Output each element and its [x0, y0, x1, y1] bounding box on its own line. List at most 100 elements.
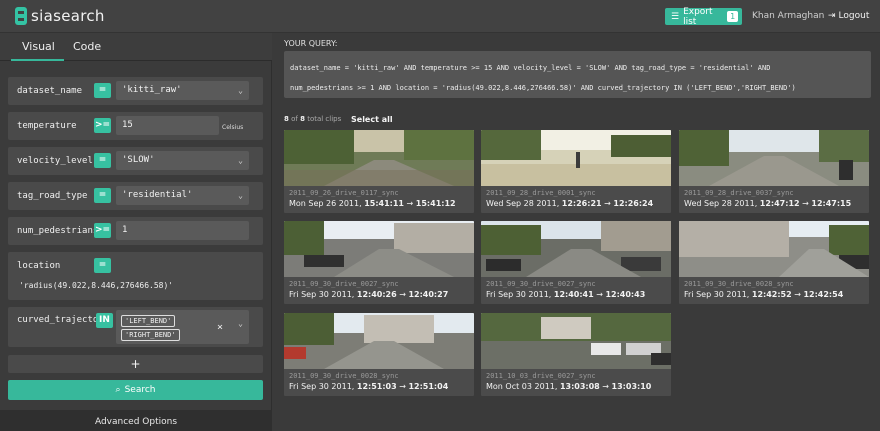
operator-button[interactable]: >= [94, 223, 111, 238]
clip-id: 2011_09_30_drive_0028_sync [684, 280, 794, 288]
select-all-button[interactable]: Select all [351, 115, 393, 124]
filter-label: temperature [17, 121, 77, 131]
clip-thumbnail [481, 130, 671, 186]
filter-tag-road-type: tag_road_type = 'residential' ⌄ [8, 182, 263, 210]
filter-label: num_pedestrians [17, 226, 99, 236]
clip-id: 2011_09_28_drive_0037_sync [684, 189, 794, 197]
clip-time: Mon Oct 03 2011, 13:03:08 → 13:03:10 [486, 382, 652, 391]
search-button[interactable]: ⌕ Search [8, 380, 263, 400]
clip-card[interactable]: 2011_09_28_drive_0037_sync Wed Sep 28 20… [679, 130, 869, 213]
advanced-options-toggle[interactable]: Advanced Options [0, 410, 272, 431]
clip-thumbnail [284, 313, 474, 369]
query-line: dataset_name = 'kitti_raw' AND temperatu… [290, 64, 771, 72]
trajectory-multiselect[interactable]: 'LEFT_BEND' 'RIGHT_BEND' × ⌄ [116, 310, 249, 344]
road-type-select[interactable]: 'residential' ⌄ [116, 186, 249, 205]
total-suffix: total clips [307, 115, 342, 123]
clip-id: 2011_09_30_drive_0027_sync [486, 280, 596, 288]
clip-time: Mon Sep 26 2011, 15:41:11 → 15:41:12 [289, 199, 456, 208]
clip-card[interactable]: 2011_09_30_drive_0027_sync Fri Sep 30 20… [481, 221, 671, 304]
pedestrians-input[interactable]: 1 [116, 221, 249, 240]
clip-thumbnail [284, 130, 474, 186]
selected-tag[interactable]: 'RIGHT_BEND' [121, 329, 180, 341]
filter-label: dataset_name [17, 86, 83, 96]
filter-num-pedestrians: num_pedestrians >= 1 [8, 217, 263, 245]
select-value: 'SLOW' [122, 155, 155, 165]
export-label: Export list [683, 6, 713, 27]
operator-button[interactable]: = [94, 188, 111, 203]
active-tab-indicator [11, 59, 64, 61]
operator-button[interactable]: = [94, 258, 111, 273]
editor-tabs: Visual Code [0, 33, 272, 61]
select-value: 'residential' [122, 190, 193, 200]
clip-id: 2011_10_03_drive_0027_sync [486, 372, 596, 380]
input-value: 15 [122, 120, 133, 130]
logo-text: siasearch [31, 7, 105, 25]
tab-code[interactable]: Code [73, 40, 101, 53]
location-value[interactable]: 'radius(49.022,8.446,276466.58)' [19, 281, 173, 290]
user-name[interactable]: Khan Armaghan [752, 11, 824, 21]
dataset-select[interactable]: 'kitti_raw' ⌄ [116, 81, 249, 100]
operator-button[interactable]: IN [96, 313, 113, 328]
clip-thumbnail [481, 221, 671, 277]
filter-label: tag_road_type [17, 191, 88, 201]
clip-time: Fri Sep 30 2011, 12:42:52 → 12:42:54 [684, 290, 844, 299]
filter-label: location [17, 261, 61, 271]
clip-time: Wed Sep 28 2011, 12:26:21 → 12:26:24 [486, 199, 654, 208]
clip-card[interactable]: 2011_09_30_drive_0028_sync Fri Sep 30 20… [679, 221, 869, 304]
clip-card[interactable]: 2011_09_30_drive_0028_sync Fri Sep 30 20… [284, 313, 474, 396]
close-icon[interactable]: × [217, 318, 223, 337]
clip-thumbnail [679, 221, 869, 277]
clip-id: 2011_09_28_drive_0001_sync [486, 189, 596, 197]
logout-button[interactable]: ⇥ Logout [828, 11, 869, 21]
clip-thumbnail [679, 130, 869, 186]
chevron-down-icon: ⌄ [238, 86, 243, 95]
chevron-down-icon[interactable]: ⌄ [238, 318, 243, 330]
clip-time: Fri Sep 30 2011, 12:51:03 → 12:51:04 [289, 382, 449, 391]
logo-icon [15, 7, 27, 25]
temperature-input[interactable]: 15 [116, 116, 219, 135]
select-value: 'kitti_raw' [122, 85, 182, 95]
operator-button[interactable]: >= [94, 118, 111, 133]
clip-time: Fri Sep 30 2011, 12:40:26 → 12:40:27 [289, 290, 449, 299]
unit-label: Celsius [222, 124, 244, 131]
clip-time: Wed Sep 28 2011, 12:47:12 → 12:47:15 [684, 199, 852, 208]
tab-visual[interactable]: Visual [22, 40, 55, 53]
clip-card[interactable]: 2011_09_28_drive_0001_sync Wed Sep 28 20… [481, 130, 671, 213]
clip-time: Fri Sep 30 2011, 12:40:41 → 12:40:43 [486, 290, 646, 299]
chevron-down-icon: ⌄ [238, 191, 243, 200]
input-value: 1 [122, 225, 128, 235]
clip-thumbnail [284, 221, 474, 277]
filter-velocity-level: velocity_level = 'SLOW' ⌄ [8, 147, 263, 175]
chevron-down-icon: ⌄ [238, 156, 243, 165]
query-text-box: dataset_name = 'kitti_raw' AND temperatu… [284, 51, 871, 98]
results-count: 8 of 8 total clips [284, 115, 341, 123]
clip-id: 2011_09_26_drive_0117_sync [289, 189, 399, 197]
clip-card[interactable]: 2011_09_26_drive_0117_sync Mon Sep 26 20… [284, 130, 474, 213]
search-label: Search [124, 385, 156, 395]
top-bar: siasearch ☰ Export list 1 Khan Armaghan … [0, 0, 880, 33]
filter-label: velocity_level [17, 156, 93, 166]
shown-count: 8 [284, 115, 289, 123]
filter-location: location = 'radius(49.022,8.446,276466.5… [8, 252, 263, 300]
export-list-button[interactable]: ☰ Export list 1 [665, 6, 742, 27]
clip-card[interactable]: 2011_10_03_drive_0027_sync Mon Oct 03 20… [481, 313, 671, 396]
query-builder-panel: Visual Code dataset_name = 'kitti_raw' ⌄… [0, 33, 272, 431]
filter-dataset-name: dataset_name = 'kitti_raw' ⌄ [8, 77, 263, 105]
filter-curved-trajectory: curved_trajectory IN 'LEFT_BEND' 'RIGHT_… [8, 307, 263, 347]
results-panel: YOUR QUERY: dataset_name = 'kitti_raw' A… [273, 33, 880, 431]
clip-card[interactable]: 2011_09_30_drive_0027_sync Fri Sep 30 20… [284, 221, 474, 304]
logout-label: Logout [838, 11, 870, 21]
search-icon: ⌕ [115, 385, 121, 395]
operator-button[interactable]: = [94, 153, 111, 168]
velocity-select[interactable]: 'SLOW' ⌄ [116, 151, 249, 170]
clip-id: 2011_09_30_drive_0028_sync [289, 372, 399, 380]
add-filter-button[interactable]: + [8, 355, 263, 373]
app-logo[interactable]: siasearch [15, 7, 105, 25]
clip-id: 2011_09_30_drive_0027_sync [289, 280, 399, 288]
clip-thumbnail [481, 313, 671, 369]
operator-button[interactable]: = [94, 83, 111, 98]
export-count-badge: 1 [727, 11, 738, 22]
query-title: YOUR QUERY: [284, 39, 338, 48]
list-icon: ☰ [671, 11, 680, 22]
selected-tag[interactable]: 'LEFT_BEND' [121, 315, 176, 327]
